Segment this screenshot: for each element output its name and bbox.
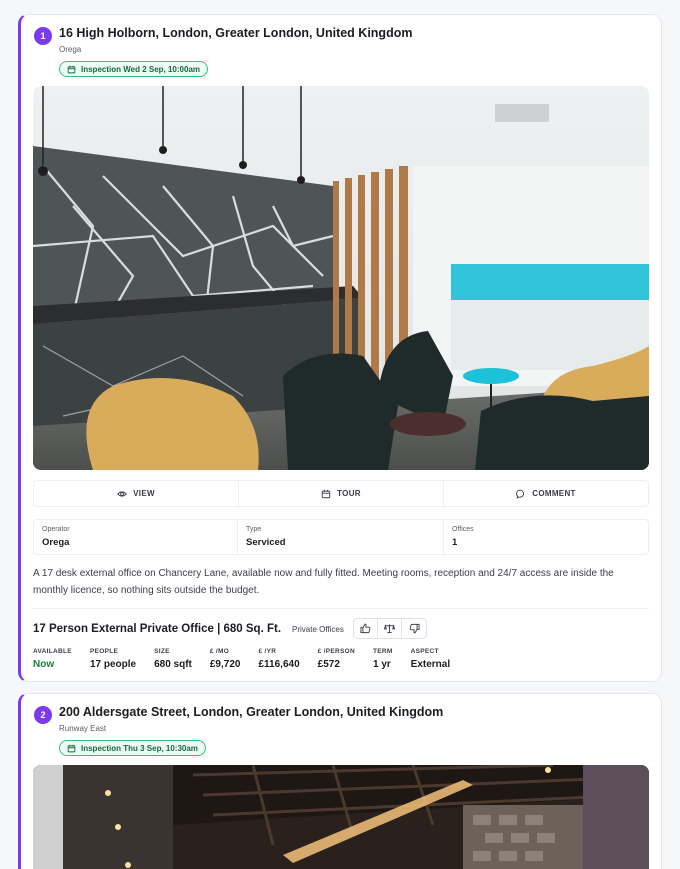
stat-available: AVAILABLE Now (33, 648, 72, 670)
tour-button[interactable]: TOUR (239, 481, 444, 506)
offer-rating-buttons (353, 618, 427, 639)
stat-label: £ /YR (258, 648, 277, 655)
fact-label: Offices (452, 526, 474, 533)
stat-label: £ /PERSON (317, 648, 356, 655)
listing-number-badge: 1 (34, 27, 52, 45)
stat-label: AVAILABLE (33, 648, 72, 655)
listing-address[interactable]: 200 Aldersgate Street, London, Greater L… (59, 705, 443, 719)
calendar-icon (67, 65, 76, 73)
compare-button[interactable] (378, 619, 402, 638)
like-button[interactable] (354, 619, 378, 638)
thumbs-down-icon (409, 623, 420, 634)
stat-value: 1 yr (373, 659, 391, 670)
fact-offices: Offices 1 (444, 520, 648, 554)
stat-term: TERM 1 yr (373, 648, 393, 670)
listing-facts: Operator Orega Type Serviced Offices 1 (33, 519, 649, 555)
stat-aspect: ASPECT External (411, 648, 450, 670)
stat-label: ASPECT (410, 648, 439, 655)
fact-label: Type (246, 526, 262, 533)
stat-value: 680 sqft (154, 659, 192, 670)
fact-operator: Operator Orega (34, 520, 238, 554)
listing-operator: Runway East (59, 724, 107, 733)
stat-size: SIZE 680 sqft (154, 648, 192, 670)
listing-card: 1 16 High Holborn, London, Greater Londo… (18, 14, 662, 682)
stat-value: £572 (317, 659, 340, 670)
listing-actions: VIEW TOUR COMMENT (33, 480, 649, 507)
listing-operator: Orega (59, 45, 82, 54)
stat-value: External (410, 659, 451, 670)
tour-label: TOUR (337, 489, 361, 498)
stat-value: Now (33, 659, 55, 670)
listing-photo[interactable] (33, 765, 649, 869)
stat-price-year: £ /YR £116,640 (258, 648, 299, 670)
fact-label: Operator (42, 526, 70, 533)
comment-bubble-icon (516, 489, 525, 499)
divider (33, 608, 649, 609)
offer-title[interactable]: 17 Person External Private Office | 680 … (33, 623, 281, 635)
fact-value: 1 (452, 537, 458, 548)
inspection-label: Inspection Wed 2 Sep, 10:00am (81, 64, 201, 74)
inspection-badge[interactable]: Inspection Thu 3 Sep, 10:30am (59, 740, 206, 756)
view-button[interactable]: VIEW (34, 481, 239, 506)
offer-type: Private Offices (292, 625, 344, 634)
stat-price-month: £ /MO £9,720 (210, 648, 241, 670)
stat-value: £9,720 (209, 659, 241, 670)
calendar-icon (321, 489, 331, 498)
eye-icon (117, 490, 127, 497)
scale-icon (384, 624, 395, 634)
listing-address[interactable]: 16 High Holborn, London, Greater London,… (59, 26, 412, 40)
view-label: VIEW (133, 489, 155, 498)
stat-label: SIZE (154, 648, 170, 655)
stat-value: 17 people (89, 659, 137, 670)
listing-photo[interactable] (33, 86, 649, 470)
inspection-badge[interactable]: Inspection Wed 2 Sep, 10:00am (59, 61, 209, 77)
stat-label: £ /MO (209, 648, 230, 655)
stat-label: PEOPLE (89, 648, 119, 655)
listing-card: 2 200 Aldersgate Street, London, Greater… (18, 693, 662, 869)
thumbs-up-icon (360, 623, 371, 634)
stat-label: TERM (373, 648, 393, 655)
inspection-label: Inspection Thu 3 Sep, 10:30am (81, 743, 198, 753)
listing-number-badge: 2 (34, 706, 52, 724)
stat-people: PEOPLE 17 people (90, 648, 136, 670)
fact-type: Type Serviced (238, 520, 444, 554)
comment-label: COMMENT (532, 489, 576, 498)
fact-value: Orega (42, 537, 70, 548)
fact-value: Serviced (246, 537, 286, 548)
dislike-button[interactable] (402, 619, 426, 638)
listing-description: A 17 desk external office on Chancery La… (33, 568, 614, 596)
stat-price-person: £ /PERSON £572 (318, 648, 355, 670)
calendar-icon (67, 744, 76, 752)
stat-value: £116,640 (258, 659, 300, 670)
comment-button[interactable]: COMMENT (444, 481, 648, 506)
offer-stats: AVAILABLE Now PEOPLE 17 people SIZE 680 … (33, 648, 468, 670)
